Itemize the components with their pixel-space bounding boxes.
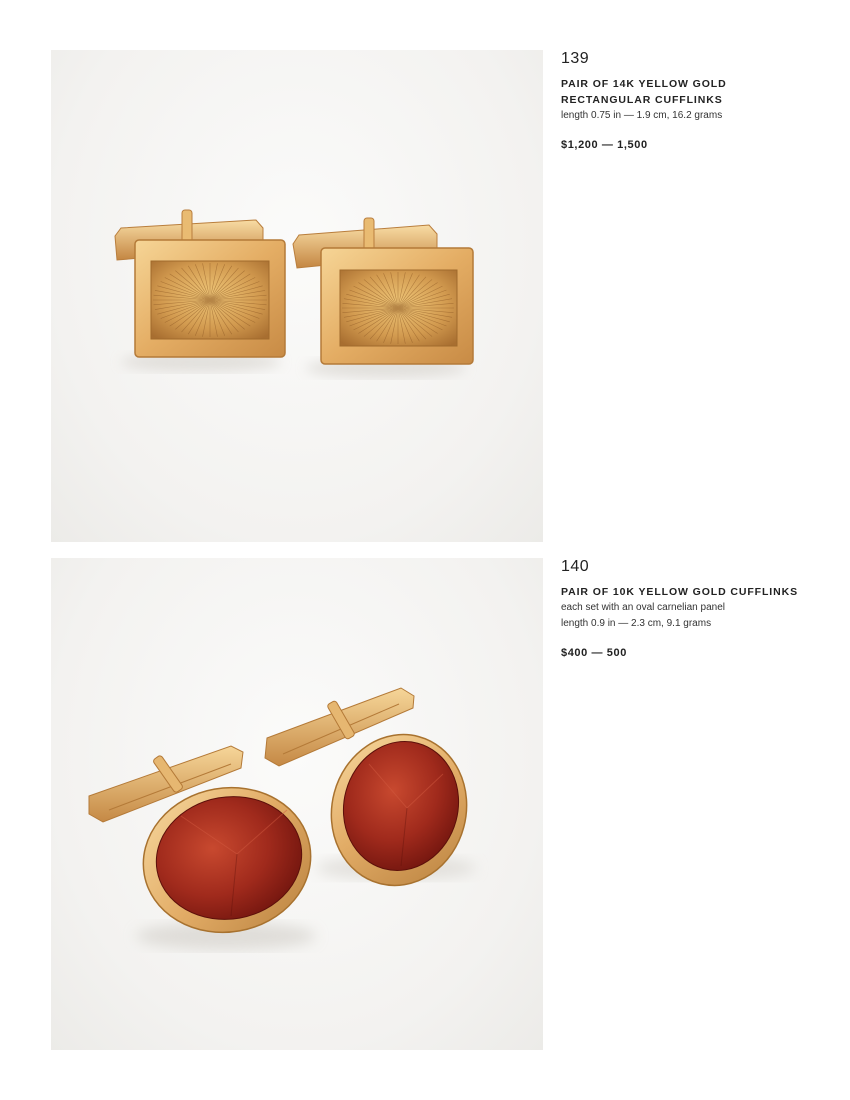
lot-139-photo — [51, 50, 543, 542]
lot-number: 139 — [561, 50, 590, 67]
left-cufflink — [88, 745, 312, 934]
lot-description-line: length 0.9 in — 2.3 cm, 9.1 grams — [561, 618, 712, 629]
right-cufflink — [292, 217, 474, 365]
lot-140-photo — [51, 558, 543, 1050]
lot-title-line-1: PAIR OF 14K YELLOW GOLD — [561, 78, 727, 90]
left-cufflink — [114, 209, 286, 358]
lot-title-line-1: PAIR OF 10K YELLOW GOLD CUFFLINKS — [561, 586, 798, 598]
lot-number: 140 — [561, 558, 590, 575]
lot-139-info: 139 PAIR OF 14K YELLOW GOLD RECTANGULAR … — [561, 50, 821, 151]
lot-estimate: $1,200 — 1,500 — [561, 139, 648, 151]
lot-estimate: $400 — 500 — [561, 647, 627, 659]
lot-description-line: length 0.75 in — 1.9 cm, 16.2 grams — [561, 110, 723, 121]
rectangular-gold-cufflinks-image — [114, 209, 474, 378]
lot-title-line-2: RECTANGULAR CUFFLINKS — [561, 94, 723, 106]
lot-140-info: 140 PAIR OF 10K YELLOW GOLD CUFFLINKS ea… — [561, 558, 821, 659]
lot-description-line: each set with an oval carnelian panel — [561, 602, 725, 613]
oval-carnelian-cufflinks-image — [88, 687, 476, 950]
